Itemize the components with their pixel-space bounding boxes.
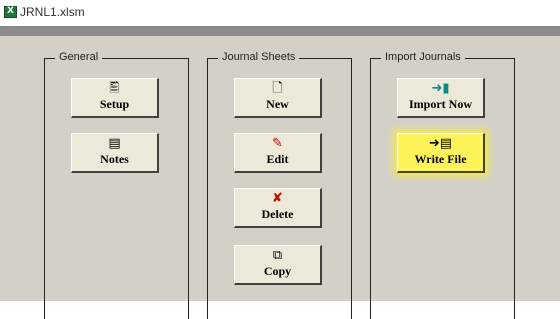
import-journals-group-title: Import Journals	[381, 51, 465, 63]
setup-icon: 🖺	[109, 81, 120, 96]
general-group: General 🖺 Setup ▤ Notes	[44, 51, 189, 319]
formula-strip	[0, 26, 560, 63]
window-title: JRNL1.xlsm	[20, 5, 85, 19]
setup-button[interactable]: 🖺 Setup	[71, 78, 159, 118]
pencil-icon: ✎	[272, 136, 283, 151]
write-file-icon: ➜▤	[428, 136, 453, 151]
delete-button-label: Delete	[261, 207, 294, 221]
import-now-button[interactable]: ➜▮ Import Now	[397, 78, 485, 118]
excel-file-icon	[4, 6, 17, 18]
import-database-icon: ➜▮	[431, 81, 450, 96]
copy-button[interactable]: ⧉ Copy	[234, 245, 322, 285]
new-button[interactable]: 🗋 New	[234, 78, 322, 118]
write-file-button-label: Write File	[414, 152, 467, 166]
import-now-button-label: Import Now	[409, 97, 472, 111]
notes-button[interactable]: ▤ Notes	[71, 133, 159, 173]
edit-button-label: Edit	[266, 152, 289, 166]
copy-icon: ⧉	[272, 248, 283, 263]
setup-button-label: Setup	[99, 97, 130, 111]
journal-form: General 🖺 Setup ▤ Notes Journal Sheets 🗋…	[0, 36, 560, 319]
write-file-button[interactable]: ➜▤ Write File	[397, 133, 485, 173]
new-page-icon: 🗋	[272, 81, 283, 96]
edit-button[interactable]: ✎ Edit	[234, 133, 322, 173]
journal-sheets-group-title: Journal Sheets	[218, 51, 300, 63]
delete-icon: ✘	[272, 191, 283, 206]
general-group-title: General	[55, 51, 103, 63]
new-button-label: New	[266, 97, 289, 111]
notes-button-label: Notes	[100, 152, 129, 166]
notes-icon: ▤	[108, 136, 121, 151]
import-journals-group: Import Journals ➜▮ Import Now ➜▤ Write F…	[370, 51, 515, 319]
delete-button[interactable]: ✘ Delete	[234, 188, 322, 228]
journal-sheets-group: Journal Sheets 🗋 New ✎ Edit ✘ Delete ⧉ C…	[207, 51, 352, 319]
title-bar: JRNL1.xlsm	[0, 0, 560, 26]
copy-button-label: Copy	[263, 264, 292, 278]
